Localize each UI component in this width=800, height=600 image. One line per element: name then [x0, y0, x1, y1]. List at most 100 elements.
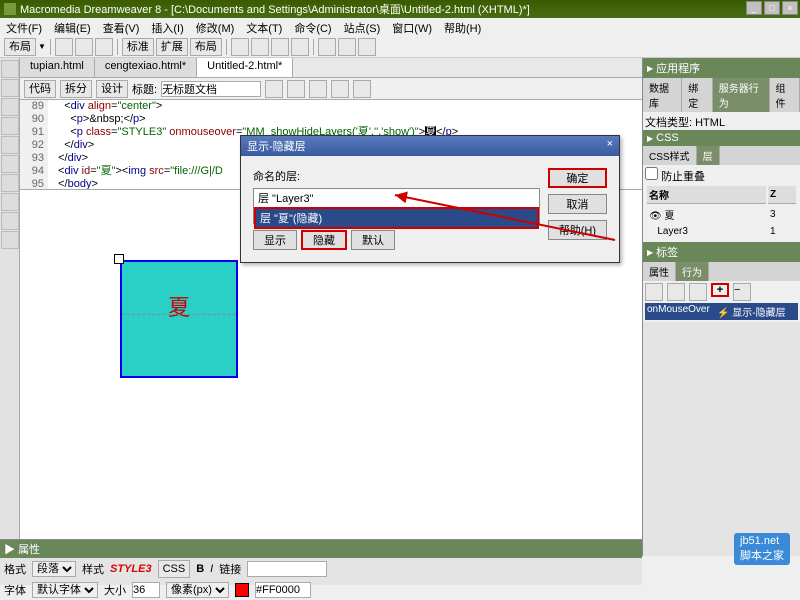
tool-icon[interactable] [318, 38, 336, 56]
size-input[interactable] [132, 582, 160, 598]
maximize-button[interactable]: □ [764, 1, 780, 15]
show-button[interactable]: 显示 [253, 230, 297, 250]
layout-dropdown[interactable]: 布局 [4, 38, 36, 56]
properties-header: ▶ 属性 [0, 540, 642, 558]
tool-icon[interactable] [338, 38, 356, 56]
tab-serverbehaviors[interactable]: 服务器行为 [713, 78, 770, 112]
style-value[interactable]: STYLE3 [110, 563, 152, 575]
menu-view[interactable]: 查看(V) [103, 20, 140, 34]
format-select[interactable]: 段落 [32, 561, 76, 577]
code-tool-icon[interactable] [1, 79, 19, 97]
tool-icon[interactable] [353, 80, 371, 98]
remove-behavior-button[interactable]: − [733, 283, 751, 301]
tool-icon[interactable] [95, 38, 113, 56]
code-tool-icon[interactable] [1, 231, 19, 249]
behavior-row[interactable]: onMouseOver ⚡ 显示-隐藏层 [645, 303, 798, 320]
split-view-button[interactable]: 拆分 [60, 80, 92, 98]
close-button[interactable]: × [782, 1, 798, 15]
panel-css-header[interactable]: CSS [643, 130, 800, 146]
menu-commands[interactable]: 命令(C) [294, 20, 331, 34]
default-button[interactable]: 默认 [351, 230, 395, 250]
document-toolbar: 代码 拆分 设计 标题: [20, 78, 642, 100]
design-view-button[interactable]: 设计 [96, 80, 128, 98]
code-tool-icon[interactable] [1, 98, 19, 116]
right-panels: 应用程序 数据库 绑定 服务器行为 组件 文档类型: HTML CSS CSS样… [642, 58, 800, 556]
menu-edit[interactable]: 编辑(E) [54, 20, 91, 34]
hide-button[interactable]: 隐藏 [301, 230, 347, 250]
tab-layers[interactable]: 层 [697, 146, 720, 165]
panel-app-header[interactable]: 应用程序 [643, 58, 800, 78]
standard-button[interactable]: 标准 [122, 38, 154, 56]
table-row[interactable]: 👁 夏3 [647, 206, 796, 223]
layer-box[interactable]: 夏 [120, 260, 238, 378]
cancel-button[interactable]: 取消 [548, 194, 607, 214]
layers-listbox[interactable]: 层 "Layer3" 层 "夏"(隐藏) [253, 188, 540, 224]
behavior-tool-icon[interactable] [689, 283, 707, 301]
properties-panel: ▶ 属性 格式 段落 样式 STYLE3 CSS B I 链接 字体 默认字体 … [0, 539, 642, 585]
bold-button[interactable]: B [196, 563, 204, 575]
tab-attributes[interactable]: 属性 [643, 262, 676, 281]
tool-icon[interactable] [331, 80, 349, 98]
tab-behaviors[interactable]: 行为 [676, 262, 709, 281]
tool-icon[interactable] [287, 80, 305, 98]
tab-bindings[interactable]: 绑定 [682, 78, 713, 112]
tool-icon[interactable] [75, 38, 93, 56]
tab-tupian[interactable]: tupian.html [20, 58, 95, 77]
prevent-overlap-checkbox[interactable]: 防止重叠 [645, 171, 705, 183]
tool-icon[interactable] [358, 38, 376, 56]
color-swatch[interactable] [235, 583, 249, 597]
tool-icon[interactable] [55, 38, 73, 56]
code-tool-icon[interactable] [1, 212, 19, 230]
tool-icon[interactable] [309, 80, 327, 98]
code-tool-icon[interactable] [1, 60, 19, 78]
layer-handle-icon[interactable] [114, 254, 124, 264]
size-unit-select[interactable]: 像素(px) [166, 582, 229, 598]
ok-button[interactable]: 确定 [548, 168, 607, 188]
minimize-button[interactable]: _ [746, 1, 762, 15]
tool-icon[interactable] [291, 38, 309, 56]
tab-untitled2[interactable]: Untitled-2.html* [197, 58, 293, 77]
dialog-close-icon[interactable]: × [607, 138, 613, 154]
menu-file[interactable]: 文件(F) [6, 20, 42, 34]
list-item[interactable]: 层 "夏"(隐藏) [254, 207, 539, 229]
layout-button[interactable]: 布局 [190, 38, 222, 56]
behavior-tool-icon[interactable] [667, 283, 685, 301]
code-tool-icon[interactable] [1, 174, 19, 192]
tab-cengtexiao[interactable]: cengtexiao.html* [95, 58, 197, 77]
tool-icon[interactable] [251, 38, 269, 56]
tab-components[interactable]: 组件 [770, 78, 800, 112]
panel-tag-header[interactable]: 标签 [643, 242, 800, 262]
link-input[interactable] [247, 561, 327, 577]
layer-text[interactable]: 夏 [168, 290, 190, 322]
tab-database[interactable]: 数据库 [643, 78, 682, 112]
table-row[interactable]: Layer31 [647, 225, 796, 238]
layers-table: 名称Z 👁 夏3 Layer31 [645, 184, 798, 240]
color-input[interactable] [255, 582, 311, 598]
code-tool-icon[interactable] [1, 155, 19, 173]
menu-window[interactable]: 窗口(W) [392, 20, 432, 34]
expand-button[interactable]: 扩展 [156, 38, 188, 56]
font-select[interactable]: 默认字体 [32, 582, 98, 598]
menu-site[interactable]: 站点(S) [344, 20, 381, 34]
code-view-button[interactable]: 代码 [24, 80, 56, 98]
tab-cssstyles[interactable]: CSS样式 [643, 146, 697, 165]
menu-insert[interactable]: 插入(I) [151, 20, 183, 34]
tool-icon[interactable] [231, 38, 249, 56]
code-tool-icon[interactable] [1, 136, 19, 154]
menu-text[interactable]: 文本(T) [246, 20, 282, 34]
code-tool-icon[interactable] [1, 193, 19, 211]
menu-modify[interactable]: 修改(M) [196, 20, 235, 34]
italic-button[interactable]: I [210, 563, 213, 575]
behavior-tool-icon[interactable] [645, 283, 663, 301]
code-tool-icon[interactable] [1, 117, 19, 135]
menu-help[interactable]: 帮助(H) [444, 20, 481, 34]
tool-icon[interactable] [265, 80, 283, 98]
css-button[interactable]: CSS [158, 560, 191, 578]
tool-icon[interactable] [271, 38, 289, 56]
list-item[interactable]: 层 "Layer3" [254, 189, 539, 207]
add-behavior-button[interactable]: + [711, 283, 729, 297]
doc-type-label: 文档类型: HTML [645, 117, 725, 129]
help-button[interactable]: 帮助(H) [548, 220, 607, 240]
title-input[interactable] [161, 81, 261, 97]
dialog-titlebar[interactable]: 显示-隐藏层 × [241, 136, 619, 156]
